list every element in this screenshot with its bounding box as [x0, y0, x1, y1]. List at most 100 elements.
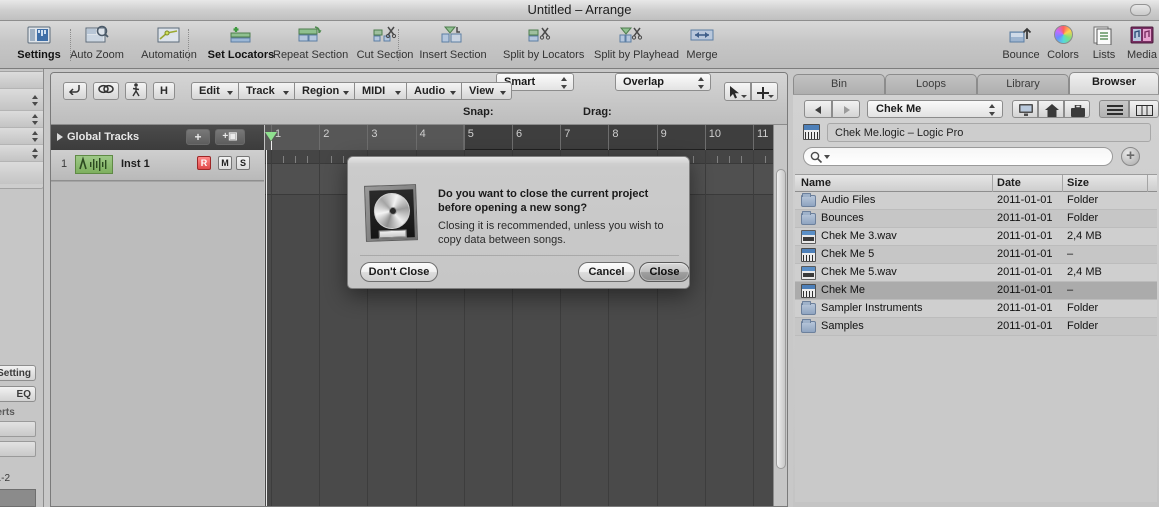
file-row[interactable]: Chek Me 2011-01-01 – [795, 282, 1157, 300]
close-button[interactable]: Close [639, 262, 689, 282]
chevron-down-icon [283, 91, 289, 95]
track-record-button[interactable]: R [197, 156, 211, 170]
computer-location-button[interactable] [1012, 100, 1038, 118]
file-row[interactable]: Sampler Instruments 2011-01-01 Folder [795, 300, 1157, 318]
drag-popup[interactable]: Overlap [615, 73, 711, 91]
arrange-menu-midi[interactable]: MIDI [355, 82, 407, 100]
disclosure-triangle-icon[interactable] [57, 133, 63, 141]
track-mute-button[interactable]: M [218, 156, 232, 170]
file-row[interactable]: Audio Files 2011-01-01 Folder [795, 192, 1157, 210]
playhead[interactable] [266, 150, 267, 506]
duplicate-track-button[interactable]: +▣ [215, 129, 245, 145]
file-row[interactable]: Bounces 2011-01-01 Folder [795, 210, 1157, 228]
file-row[interactable]: Chek Me 5.wav 2011-01-01 2,4 MB [795, 264, 1157, 282]
arrange-menu-view[interactable]: View [462, 82, 512, 100]
track-solo-button[interactable]: S [236, 156, 250, 170]
file-row[interactable]: Samples 2011-01-01 Folder [795, 318, 1157, 336]
document-name[interactable]: Chek Me.logic – Logic Pro [827, 123, 1151, 142]
inspector-row[interactable] [0, 128, 43, 145]
toolbar-media-button[interactable]: Media [1105, 25, 1159, 67]
cancel-button[interactable]: Cancel [578, 262, 635, 282]
updown-icon [561, 77, 568, 89]
browser-search-field[interactable] [803, 147, 1113, 166]
stepper-icon[interactable] [32, 95, 39, 106]
track-instrument-icon[interactable] [75, 155, 113, 174]
catch-playhead-button[interactable] [63, 82, 87, 100]
file-row[interactable]: Chek Me 5 2011-01-01 – [795, 246, 1157, 264]
inspector-row[interactable] [0, 145, 43, 162]
toolbar-set-locators-button[interactable]: Set Locators [204, 25, 278, 67]
inspector-row[interactable] [0, 89, 43, 111]
scrollbar-thumb[interactable] [776, 169, 786, 469]
add-track-button[interactable]: + [186, 129, 210, 145]
logic-song-icon [801, 248, 816, 262]
audio-file-icon [801, 266, 816, 280]
toolbar-toggle-button[interactable] [1130, 4, 1151, 16]
tab-library[interactable]: Library [977, 74, 1069, 94]
tab-bin[interactable]: Bin [793, 74, 885, 94]
channel-eq-button[interactable]: EQ [0, 386, 36, 402]
link-button[interactable] [93, 82, 119, 100]
cycle-region[interactable] [265, 125, 464, 150]
arrange-menu-audio[interactable]: Audio [407, 82, 462, 100]
file-list[interactable]: Audio Files 2011-01-01 Folder Bounces 2011-0… [795, 192, 1157, 502]
track-name[interactable]: Inst 1 [121, 158, 150, 170]
column-view-button[interactable] [1129, 100, 1159, 118]
global-tracks-header[interactable]: Global Tracks + +▣ [51, 125, 264, 150]
toolbar-automation-button[interactable]: Automation [132, 25, 206, 67]
channel-fader[interactable] [0, 489, 36, 507]
inspector-row[interactable] [0, 111, 43, 128]
toolbar-item-label: Split by Locators [503, 49, 585, 61]
inspector-row[interactable]: 0) [0, 72, 43, 89]
column-divider[interactable] [992, 175, 993, 193]
add-to-browser-button[interactable]: + [1121, 147, 1140, 166]
arrange-menu-region[interactable]: Region [295, 82, 355, 100]
inspector-row[interactable] [0, 162, 43, 184]
insert-slot-1[interactable] [0, 421, 36, 437]
file-row[interactable]: Chek Me 3.wav 2011-01-01 2,4 MB [795, 228, 1157, 246]
dont-close-button[interactable]: Don't Close [360, 262, 438, 282]
home-location-button[interactable] [1038, 100, 1064, 118]
column-header-name[interactable]: Name [801, 177, 831, 189]
arrange-menu-track[interactable]: Track [239, 82, 295, 100]
playhead-marker[interactable] [265, 132, 277, 150]
browser-path-popup[interactable]: Chek Me [867, 100, 1003, 118]
insert-slot-2[interactable] [0, 441, 36, 457]
track-list-empty-area[interactable] [51, 181, 264, 506]
stepper-icon[interactable] [32, 131, 39, 142]
updown-icon [989, 104, 996, 116]
channel-setting-button[interactable]: Setting [0, 365, 36, 381]
toolbar-insert-section-button[interactable]: Insert Section [416, 25, 490, 67]
toolbar-split-by-playhead-button[interactable]: Split by Playhead [594, 25, 679, 67]
toolbar-repeat-section-button[interactable]: Repeat Section [273, 25, 348, 67]
column-divider[interactable] [1062, 175, 1063, 193]
column-divider[interactable] [1147, 175, 1148, 193]
track-row[interactable]: 1 Inst 1 R M S [51, 150, 264, 181]
walk-mode-button[interactable] [125, 82, 147, 100]
arrange-menu-edit[interactable]: Edit [191, 82, 239, 100]
hide-button[interactable]: H [153, 82, 175, 100]
search-menu-chevron-icon[interactable] [824, 155, 830, 159]
toolbar-cut-section-button[interactable]: Cut Section [348, 25, 422, 67]
file-name: Audio Files [821, 194, 876, 206]
bar-ruler[interactable]: 1 2 3 4 5 6 7 8 9 10 11 [265, 125, 775, 150]
arrange-toolbar: Snap: Smart Drag: Overlap H Edit Track R… [51, 73, 787, 125]
tab-browser[interactable]: Browser [1069, 72, 1159, 94]
stepper-icon[interactable] [32, 114, 39, 125]
vertical-scrollbar[interactable] [773, 125, 787, 506]
bar-tick [656, 125, 658, 150]
toolbar-merge-button[interactable]: Merge [665, 25, 739, 67]
browser-forward-button[interactable] [832, 100, 860, 118]
crosshair-tool-button[interactable] [751, 82, 778, 101]
beat-tick [331, 156, 333, 163]
tab-loops[interactable]: Loops [885, 74, 977, 94]
toolbar-split-by-locators-button[interactable]: Split by Locators [503, 25, 585, 67]
toolbar-auto-zoom-button[interactable]: Auto Zoom [60, 25, 134, 67]
pointer-tool-button[interactable] [724, 82, 751, 101]
column-header-date[interactable]: Date [997, 177, 1021, 189]
browser-back-button[interactable] [804, 100, 832, 118]
list-view-button[interactable] [1099, 100, 1129, 118]
stepper-icon[interactable] [32, 148, 39, 159]
column-header-size[interactable]: Size [1067, 177, 1089, 189]
project-location-button[interactable] [1064, 100, 1090, 118]
